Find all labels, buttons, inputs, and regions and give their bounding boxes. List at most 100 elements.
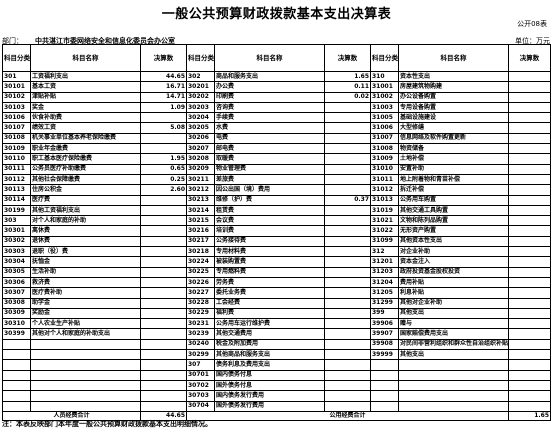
cell-amount — [324, 369, 371, 381]
cell-name: 差旅费 — [214, 173, 325, 186]
cell-amount — [140, 400, 187, 412]
cell-name: 奖励金 — [30, 307, 141, 320]
cell-amount — [508, 297, 551, 309]
cell-amount — [324, 328, 371, 340]
cell-name — [30, 349, 141, 361]
cell-amount — [508, 184, 551, 196]
cell-name: 生活补助 — [30, 266, 141, 278]
cell-code: 30304 — [2, 256, 31, 268]
cell-code: 31201 — [370, 256, 399, 268]
cell-name: 地上附着物和青苗补偿 — [398, 173, 509, 186]
table-row: 30107 绩效工资 5.08 30205 水费 31006 大型修缮 — [2, 122, 551, 134]
table-row: 307 债务利息及费用支出 — [2, 359, 551, 371]
cell-code — [2, 338, 31, 351]
cell-code — [370, 359, 399, 371]
cell-name: 其他支出 — [398, 307, 509, 320]
table-row: 30703 国内债务发行费用 — [2, 390, 551, 402]
cell-code: 30203 — [186, 101, 215, 114]
cell-name: 国内债务付息 — [214, 369, 325, 381]
cell-name: 维修（护）费 — [214, 194, 325, 206]
cell-name: 拆迁补偿 — [398, 184, 509, 196]
cell-amount — [324, 266, 371, 278]
cell-name: 对民间非营利组织和群众性自治组织补贴 — [398, 338, 509, 351]
cell-code: 30217 — [186, 235, 215, 248]
cell-code: 31013 — [370, 194, 399, 206]
cell-name: 水费 — [214, 122, 325, 134]
cell-code — [2, 390, 31, 402]
cell-amount — [140, 143, 187, 155]
cell-name: 商品和服务支出 — [214, 70, 325, 83]
cell-name: 公务用车运行维护费 — [214, 318, 325, 330]
table-row: 30301 离休费 30216 培训费 31022 无形资产购置 — [2, 225, 551, 237]
cell-name: 其他交通工具购置 — [398, 204, 509, 217]
cell-amount — [140, 318, 187, 330]
cell-name: 津贴补贴 — [30, 91, 141, 103]
cell-name: 咨询费 — [214, 101, 325, 114]
cell-name: 其他商品和服务支出 — [214, 349, 325, 361]
cell-amount — [324, 184, 371, 196]
cell-amount — [324, 379, 371, 392]
cell-name: 电费 — [214, 132, 325, 145]
cell-name: 邮电费 — [214, 143, 325, 155]
cell-amount — [324, 276, 371, 289]
table-row: 30113 住房公积金 2.60 30212 因公出国（境）费用 31012 拆迁补偿 — [2, 184, 551, 196]
cell-code: 30224 — [186, 256, 215, 268]
cell-amount — [140, 359, 187, 371]
cell-amount — [508, 328, 551, 340]
cell-code: 30205 — [186, 122, 215, 134]
cell-code: 30110 — [2, 153, 31, 165]
cell-code: 31009 — [370, 153, 399, 165]
cell-amount — [324, 204, 371, 217]
cell-name: 公务接待费 — [214, 235, 325, 248]
cell-code: 30112 — [2, 173, 31, 186]
cell-amount — [140, 369, 187, 381]
cell-code: 30301 — [2, 225, 31, 237]
cell-amount — [508, 307, 551, 320]
cell-amount — [140, 235, 187, 248]
header-amount: 决算数 — [140, 44, 187, 72]
cell-amount — [140, 287, 187, 299]
cell-code: 30302 — [2, 235, 31, 248]
cell-code: 31022 — [370, 225, 399, 237]
cell-code: 31002 — [370, 91, 399, 103]
cell-name: 专用设备购置 — [398, 101, 509, 114]
cell-amount — [324, 112, 371, 124]
cell-code: 30103 — [2, 101, 31, 114]
table-row: 30702 国外债务付息 — [2, 379, 551, 392]
cell-amount — [140, 194, 187, 206]
cell-amount: 0.65 — [140, 163, 187, 175]
table-row: 30303 退职（役）费 30218 专用材料费 312 对企业补助 — [2, 246, 551, 258]
cell-name: 其他对企业补助 — [398, 297, 509, 309]
cell-amount: 1.95 — [140, 153, 187, 165]
cell-name: 大型修缮 — [398, 122, 509, 134]
cell-name: 物资储备 — [398, 143, 509, 155]
cell-code: 30211 — [186, 173, 215, 186]
cell-code — [370, 369, 399, 381]
table-row: 30701 国内债务付息 — [2, 369, 551, 381]
cell-name: 税金及附加费用 — [214, 338, 325, 351]
cell-code: 30213 — [186, 194, 215, 206]
cell-amount — [324, 349, 371, 361]
table-row: 30310 个人农业生产补贴 30231 公务用车运行维护费 39906 赠与 — [2, 318, 551, 330]
cell-code: 30111 — [2, 163, 31, 175]
cell-code: 30216 — [186, 225, 215, 237]
cell-amount — [508, 318, 551, 330]
cell-code: 30702 — [186, 379, 215, 392]
cell-name: 公务员医疗补助缴费 — [30, 163, 141, 175]
cell-amount — [324, 400, 371, 412]
cell-code: 310 — [370, 70, 399, 83]
cell-code: 30207 — [186, 143, 215, 155]
cell-code: 30208 — [186, 153, 215, 165]
cell-amount — [140, 338, 187, 351]
cell-code: 30206 — [186, 132, 215, 145]
cell-code: 31203 — [370, 266, 399, 278]
cell-amount: 0.37 — [324, 194, 371, 206]
cell-amount — [140, 276, 187, 289]
cell-code: 312 — [370, 246, 399, 258]
table-row: 30102 津贴补贴 14.71 30202 印刷费 0.02 31002 办公设备购置 — [2, 91, 551, 103]
cell-amount — [324, 173, 371, 186]
cell-amount — [508, 143, 551, 155]
cell-code: 307 — [186, 359, 215, 371]
cell-code: 31205 — [370, 287, 399, 299]
table-row: 303 对个人和家庭的补助 30215 会议费 31021 文物和陈列品购置 — [2, 215, 551, 227]
